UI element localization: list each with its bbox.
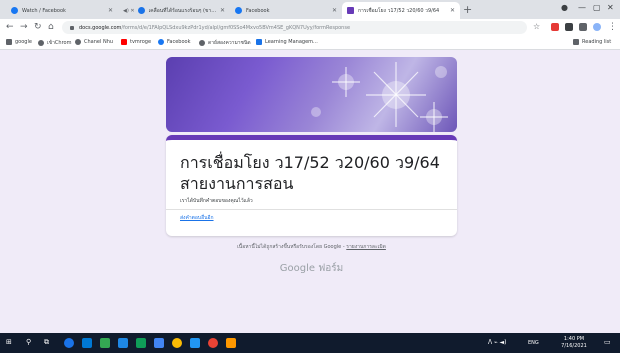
bookmark-item[interactable]: เข้าChrom [38,39,71,47]
lock-icon [70,25,74,30]
apps-grid-icon [6,39,12,45]
form-header-image [166,57,457,132]
reload-icon[interactable]: ↻ [34,22,42,32]
notification-icon[interactable]: ▭ [604,338,611,347]
bookmark-item[interactable]: Facebook [158,39,191,45]
extensions-puzzle-icon[interactable] [579,23,587,31]
form-title: การเชื่อมโยง ว17/52 ว20/60 ว9/64 สายงานก… [180,153,440,193]
system-tray-icons[interactable]: ᐱ ⌁ ◄) [488,338,507,347]
app-icon[interactable] [172,338,182,348]
crystal-decoration-image [311,62,448,132]
bookmark-item[interactable]: Learning Managem... [256,39,318,45]
tab-close-icon[interactable]: ✕ [332,7,337,14]
tab-close-icon[interactable]: ✕ [450,7,455,14]
form-response-card: การเชื่อมโยง ว17/52 ว20/60 ว9/64 สายงานก… [166,135,457,236]
new-tab-button[interactable]: + [463,4,472,15]
facebook-icon [158,39,164,45]
back-arrow-icon[interactable]: ← [6,22,14,32]
app-icon[interactable] [100,338,110,348]
globe-icon [38,40,44,46]
bookmark-item[interactable]: ดาย์สองความาชนิด [199,39,251,47]
clock-time[interactable]: 1:40 PM [554,336,594,343]
youtube-icon [121,39,127,45]
task-view-icon[interactable]: ⧉ [44,338,49,347]
tab-close-icon[interactable]: ✕ [220,7,225,14]
input-language[interactable]: ENG [528,340,539,347]
profile-icon[interactable]: ● [561,3,568,13]
facebook-favicon-icon [11,7,18,14]
file-explorer-icon[interactable] [82,338,92,348]
google-forms-logo: Google ฟอร์ม [279,263,344,274]
profile-avatar[interactable] [593,23,601,31]
tab-close-icon[interactable]: ✕ [108,7,113,14]
video-favicon-icon [137,7,145,14]
chrome-icon[interactable] [208,338,218,348]
app-icon[interactable] [154,338,164,348]
submit-another-response-link[interactable]: ส่งคำตอบอื่นอีก [180,214,214,222]
address-bar-input[interactable]: docs.google.com /forms/d/e/1FAIpQLSdxu9k… [62,21,527,34]
app-icon[interactable] [226,338,236,348]
browser-toolbar: ← → ↻ ⌂ docs.google.com /forms/d/e/1FAIp… [0,19,620,36]
browser-tab-strip: Watch / Facebook ✕ ◀) ✕ เคลื่อนที่ได้ร้อ… [0,0,620,19]
windows-taskbar: ⊞ ⚲ ⧉ ᐱ ⌁ ◄) ENG 1:40 PM 7/16/2021 ▭ [0,333,620,353]
response-recorded-message: เราได้บันทึกคำตอบของคุณไว้แล้ว [180,198,253,204]
edge-browser-icon[interactable] [64,338,74,348]
learning-management-icon [256,39,262,45]
minimize-window-button[interactable]: — [578,3,586,13]
report-abuse-link[interactable]: รายงานการละเมิด [346,244,386,250]
app-icon[interactable] [190,338,200,348]
browser-tab-facebook-watch[interactable]: Watch / Facebook ✕ [6,2,118,19]
browser-tab-video[interactable]: ◀) ✕ เคลื่อนที่ได้ร้อนแรงร้อนๆ (ขาดเรียน… [118,2,230,19]
bookmark-item[interactable]: Chanel Nhu [75,39,113,45]
windows-start-icon[interactable]: ⊞ [6,338,12,347]
globe-icon [199,40,205,46]
page-content: การเชื่อมโยง ว17/52 ว20/60 ว9/64 สายงานก… [0,50,620,333]
search-icon[interactable]: ⚲ [26,338,31,347]
bookmark-google[interactable]: google [6,39,32,45]
menu-kebab-icon[interactable]: ⋮ [608,22,617,32]
app-icon[interactable] [136,338,146,348]
bookmark-item[interactable]: tvmroge [121,39,151,45]
extension-icon[interactable] [551,23,559,31]
extension-icon[interactable] [565,23,573,31]
maximize-window-button[interactable]: ▢ [593,3,601,13]
globe-icon [75,39,81,45]
store-icon[interactable] [118,338,128,348]
browser-tab-facebook[interactable]: Facebook ✕ [230,2,342,19]
bookmarks-bar: google เข้าChrom Chanel Nhu tvmroge Face… [0,36,620,50]
reading-list-icon [573,39,579,45]
reading-list-button[interactable]: Reading list [573,39,611,45]
bookmark-star-icon[interactable]: ☆ [533,22,540,32]
google-disclaimer: เนื้อหานี้ไม่ได้ถูกสร้างขึ้นหรือรับรองโด… [237,244,386,250]
close-window-button[interactable]: ✕ [607,3,614,13]
google-forms-favicon-icon [347,7,354,14]
card-divider [166,209,457,210]
home-icon[interactable]: ⌂ [48,22,54,32]
browser-tab-google-form-active[interactable]: การเชื่อมโยง ว17/52 ว20/60 ว9/64 ✕ [342,2,460,19]
facebook-favicon-icon [235,7,242,14]
forward-arrow-icon[interactable]: → [20,22,28,32]
clock-date[interactable]: 7/16/2021 [554,343,594,350]
